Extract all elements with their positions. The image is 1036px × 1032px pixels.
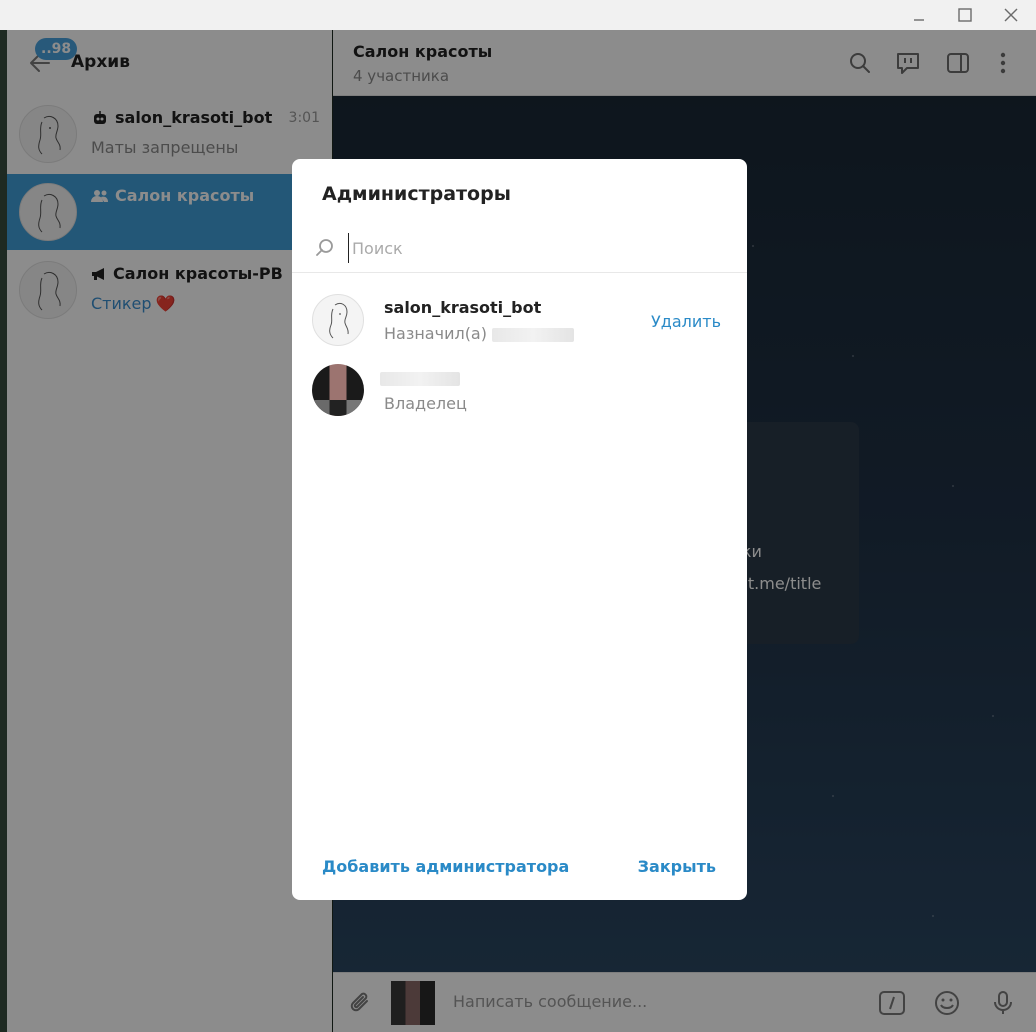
redacted-name bbox=[380, 371, 460, 386]
close-window-button[interactable] bbox=[988, 0, 1034, 30]
add-admin-button[interactable]: Добавить администратора bbox=[322, 857, 569, 876]
admin-list-item[interactable]: salon_krasoti_bot Назначил(а) Удалить bbox=[292, 294, 747, 362]
admin-list-item[interactable]: Владелец bbox=[292, 364, 747, 432]
admin-role: Назначил(а) bbox=[384, 324, 575, 343]
search-bar bbox=[292, 229, 747, 273]
search-input[interactable] bbox=[348, 233, 718, 263]
avatar bbox=[312, 364, 364, 416]
remove-admin-button[interactable]: Удалить bbox=[651, 312, 721, 331]
search-icon bbox=[314, 237, 336, 259]
admin-name bbox=[380, 368, 460, 387]
minimize-icon bbox=[914, 19, 924, 21]
close-button[interactable]: Закрыть bbox=[638, 857, 716, 876]
maximize-button[interactable] bbox=[942, 0, 988, 30]
administrators-dialog: Администраторы salon_krasoti_bot Назначи… bbox=[292, 159, 747, 900]
window-titlebar bbox=[0, 0, 1036, 30]
maximize-icon bbox=[958, 8, 972, 22]
minimize-button[interactable] bbox=[896, 0, 942, 30]
admin-name: salon_krasoti_bot bbox=[384, 298, 542, 317]
admin-role: Владелец bbox=[384, 394, 467, 413]
dialog-title: Администраторы bbox=[322, 183, 511, 205]
avatar bbox=[312, 294, 364, 346]
close-icon bbox=[1004, 8, 1018, 22]
redacted-name bbox=[492, 327, 575, 342]
